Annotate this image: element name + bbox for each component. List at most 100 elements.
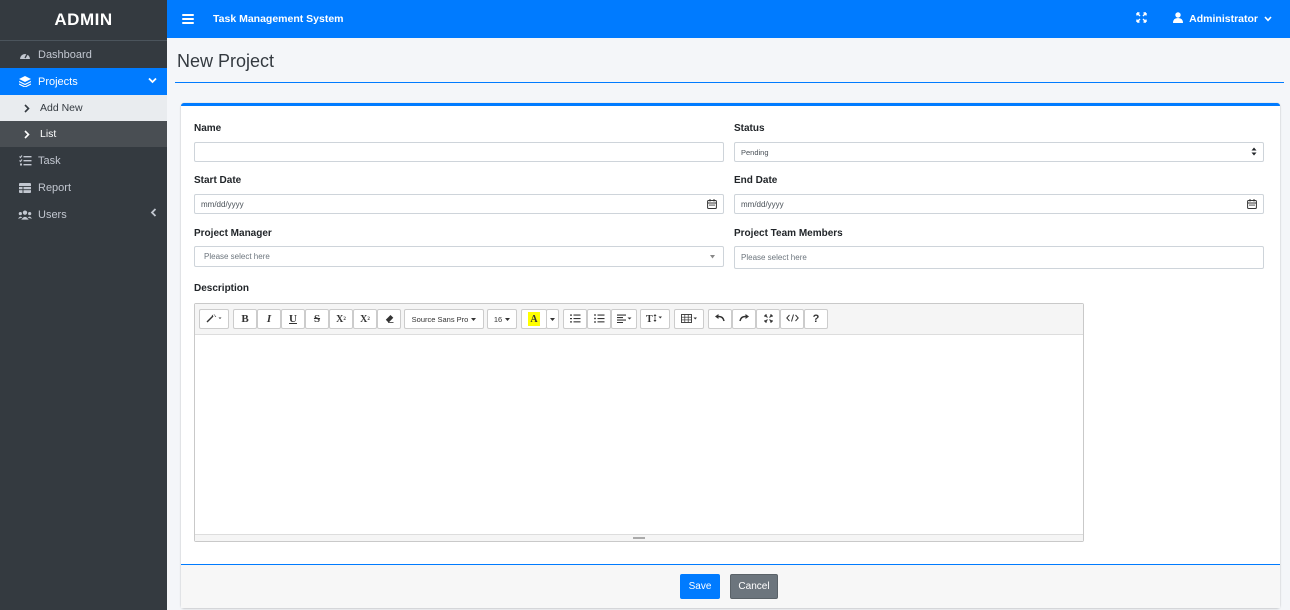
project-manager-label: Project Manager xyxy=(194,228,272,239)
chevron-down-icon xyxy=(148,75,157,87)
sidebar-item-projects[interactable]: Projects xyxy=(0,68,167,95)
status-select-value: Pending xyxy=(741,147,769,157)
end-date-input[interactable]: mm/dd/yyyy xyxy=(734,194,1264,214)
app-title: Task Management System xyxy=(213,13,344,25)
status-select[interactable]: Pending xyxy=(734,142,1264,162)
line-height-dropdown[interactable]: T xyxy=(640,309,670,329)
caret-down-icon xyxy=(550,314,555,324)
ordered-list-button[interactable] xyxy=(563,309,587,329)
calendar-icon[interactable] xyxy=(707,199,717,211)
sidebar-item-users[interactable]: Users xyxy=(0,201,167,228)
start-date-label: Start Date xyxy=(194,175,242,186)
align-left-icon xyxy=(616,314,632,325)
undo-button[interactable] xyxy=(708,309,732,329)
description-label: Description xyxy=(194,283,250,294)
sidebar-item-label: Task xyxy=(38,154,61,167)
user-name: Administrator xyxy=(1189,13,1258,25)
status-label: Status xyxy=(734,123,765,134)
chevron-right-icon xyxy=(22,103,32,113)
table-dropdown-button[interactable] xyxy=(674,309,704,329)
hamburger-menu-icon[interactable] xyxy=(182,14,194,24)
tasks-icon xyxy=(18,155,32,166)
caret-down-icon xyxy=(471,315,477,324)
magic-wand-icon xyxy=(206,313,222,325)
sidebar-subitem-label: List xyxy=(40,128,57,140)
chevron-right-icon xyxy=(22,129,32,139)
sidebar-item-task[interactable]: Task xyxy=(0,147,167,174)
editor-toolbar: B I U S X2 X2 Source Sans Pro 16 A T ? xyxy=(195,304,1083,335)
text-color-button[interactable]: A xyxy=(521,309,547,329)
italic-button[interactable]: I xyxy=(257,309,281,329)
font-family-value: Source Sans Pro xyxy=(411,314,469,324)
font-family-dropdown[interactable]: Source Sans Pro xyxy=(404,309,484,329)
team-members-select[interactable]: Please select here xyxy=(734,246,1264,269)
strikethrough-button[interactable]: S xyxy=(305,309,329,329)
caret-down-icon xyxy=(710,252,715,261)
question-icon: ? xyxy=(812,313,820,325)
name-input[interactable] xyxy=(194,142,724,162)
sidebar-item-label: Dashboard xyxy=(38,48,92,61)
top-navbar: Task Management System Administrator xyxy=(167,0,1290,38)
rich-text-editor: B I U S X2 X2 Source Sans Pro 16 A T ? xyxy=(194,303,1084,542)
subscript-button[interactable]: X2 xyxy=(353,309,377,329)
calendar-icon[interactable] xyxy=(1247,199,1257,211)
brand-logo[interactable]: ADMIN xyxy=(0,0,167,41)
editor-resize-handle[interactable] xyxy=(195,534,1083,541)
layers-icon xyxy=(18,76,32,87)
code-icon xyxy=(785,314,799,324)
eraser-icon xyxy=(385,314,394,325)
unordered-list-icon xyxy=(593,313,605,325)
editor-content-area[interactable] xyxy=(195,335,1083,535)
end-date-placeholder: mm/dd/yyyy xyxy=(741,199,784,209)
sidebar-item-label: Projects xyxy=(38,75,78,88)
unordered-list-button[interactable] xyxy=(587,309,611,329)
redo-icon xyxy=(739,314,749,324)
start-date-input[interactable]: mm/dd/yyyy xyxy=(194,194,724,214)
page-title: New Project xyxy=(177,51,275,71)
table-icon xyxy=(680,313,698,325)
clear-format-button[interactable] xyxy=(377,309,401,329)
sidebar-subitem-list[interactable]: List xyxy=(0,121,167,147)
svg-text:T: T xyxy=(646,314,653,323)
sidebar: ADMIN Dashboard Projects Add New List Ta… xyxy=(0,0,167,610)
chevron-down-icon xyxy=(1264,13,1272,25)
style-dropdown-button[interactable] xyxy=(199,309,229,329)
sidebar-subitem-add-new[interactable]: Add New xyxy=(0,95,167,121)
main-content: New Project Name Status Pending Start Da… xyxy=(167,38,1290,610)
project-manager-placeholder: Please select here xyxy=(204,252,270,261)
divider xyxy=(175,82,1284,83)
cancel-button[interactable]: Cancel xyxy=(730,574,778,599)
bold-button[interactable]: B xyxy=(233,309,257,329)
chevron-left-icon xyxy=(150,208,157,220)
font-size-dropdown[interactable]: 16 xyxy=(487,309,517,329)
select-arrows-icon xyxy=(1251,147,1257,158)
underline-button[interactable]: U xyxy=(281,309,305,329)
paragraph-align-dropdown[interactable] xyxy=(611,309,637,329)
font-size-value: 16 xyxy=(493,314,503,324)
table-icon xyxy=(18,182,32,193)
end-date-label: End Date xyxy=(734,175,778,186)
name-label: Name xyxy=(194,123,222,134)
project-manager-select[interactable]: Please select here xyxy=(194,246,724,267)
superscript-button[interactable]: X2 xyxy=(329,309,353,329)
fullscreen-icon xyxy=(763,313,773,325)
users-icon xyxy=(18,210,32,220)
start-date-placeholder: mm/dd/yyyy xyxy=(201,199,244,209)
fullscreen-button[interactable] xyxy=(756,309,780,329)
font-color-icon: A xyxy=(528,312,540,326)
fullscreen-icon[interactable] xyxy=(1136,12,1147,26)
card-footer: Save Cancel xyxy=(181,564,1280,608)
tachometer-icon xyxy=(18,50,32,60)
sidebar-item-dashboard[interactable]: Dashboard xyxy=(0,41,167,68)
sidebar-item-report[interactable]: Report xyxy=(0,174,167,201)
caret-down-icon xyxy=(505,315,511,324)
color-dropdown-button[interactable] xyxy=(546,309,559,329)
save-button[interactable]: Save xyxy=(680,574,720,599)
sidebar-item-label: Users xyxy=(38,208,67,221)
redo-button[interactable] xyxy=(732,309,756,329)
user-menu[interactable]: Administrator xyxy=(1173,12,1272,26)
code-view-button[interactable] xyxy=(780,309,804,329)
undo-icon xyxy=(715,314,725,324)
help-button[interactable]: ? xyxy=(804,309,828,329)
sidebar-subitem-label: Add New xyxy=(40,102,83,114)
